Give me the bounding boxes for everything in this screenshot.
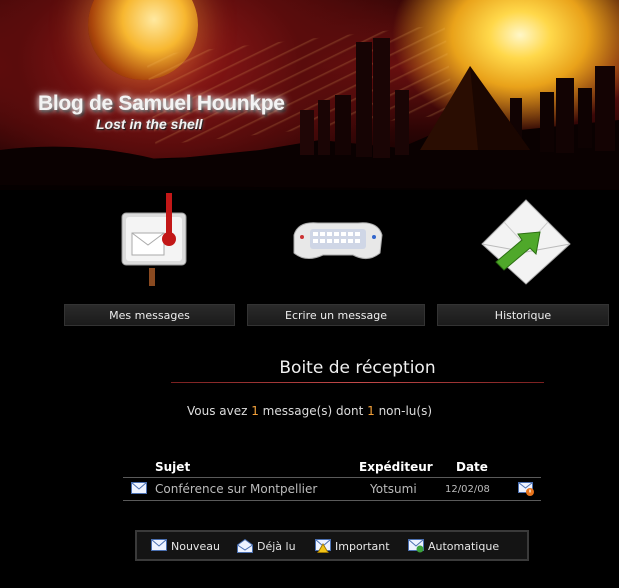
keyboard-icon[interactable]	[288, 215, 386, 270]
header-banner: Blog de Samuel Hounkpe Lost in the shell	[0, 0, 619, 190]
column-header-subject[interactable]: Sujet	[155, 460, 190, 474]
legend-label: Automatique	[428, 539, 500, 553]
message-date: 12/02/08	[445, 484, 490, 495]
summary-unread-count: 1	[367, 404, 375, 418]
important-mail-icon	[518, 482, 534, 496]
envelope-send-icon[interactable]	[478, 196, 573, 286]
blog-title[interactable]: Blog de Samuel Hounkpe	[38, 92, 285, 116]
mailbox-icon[interactable]	[114, 193, 194, 288]
summary-total-count: 1	[251, 404, 259, 418]
new-mail-icon	[151, 539, 167, 551]
new-mail-icon	[131, 482, 147, 494]
legend-label: Nouveau	[171, 539, 220, 553]
legend-item-nouveau: Nouveau	[151, 539, 220, 553]
message-sender[interactable]: Yotsumi	[370, 482, 417, 496]
summary-suffix: non-lu(s)	[374, 404, 433, 418]
nav-ecrire-message-button[interactable]: Ecrire un message	[247, 304, 425, 326]
nav-historique-button[interactable]: Historique	[437, 304, 609, 326]
legend-label: Déjà lu	[257, 539, 296, 553]
table-row-divider	[123, 500, 541, 501]
legend-item-important: Important	[315, 539, 390, 553]
blog-subtitle: Lost in the shell	[96, 116, 203, 132]
column-header-sender[interactable]: Expéditeur	[359, 460, 433, 474]
nav-mes-messages-button[interactable]: Mes messages	[64, 304, 235, 326]
summary-prefix: Vous avez	[186, 404, 252, 418]
summary-middle: message(s) dont	[258, 404, 368, 418]
table-header-divider	[123, 477, 541, 478]
important-mail-icon	[315, 539, 331, 553]
read-mail-icon	[237, 539, 253, 553]
status-legend: Nouveau Déjà lu Important Automatique	[135, 530, 529, 561]
auto-mail-icon	[408, 539, 424, 553]
legend-label: Important	[335, 539, 390, 553]
legend-item-deja-lu: Déjà lu	[237, 539, 296, 553]
legend-item-automatique: Automatique	[408, 539, 499, 553]
message-summary: Vous avez 1 message(s) dont 1 non-lu(s)	[0, 404, 619, 418]
inbox-title: Boite de réception	[279, 358, 436, 378]
title-divider	[171, 382, 544, 383]
message-subject[interactable]: Conférence sur Montpellier	[155, 482, 317, 496]
column-header-date[interactable]: Date	[456, 460, 488, 474]
